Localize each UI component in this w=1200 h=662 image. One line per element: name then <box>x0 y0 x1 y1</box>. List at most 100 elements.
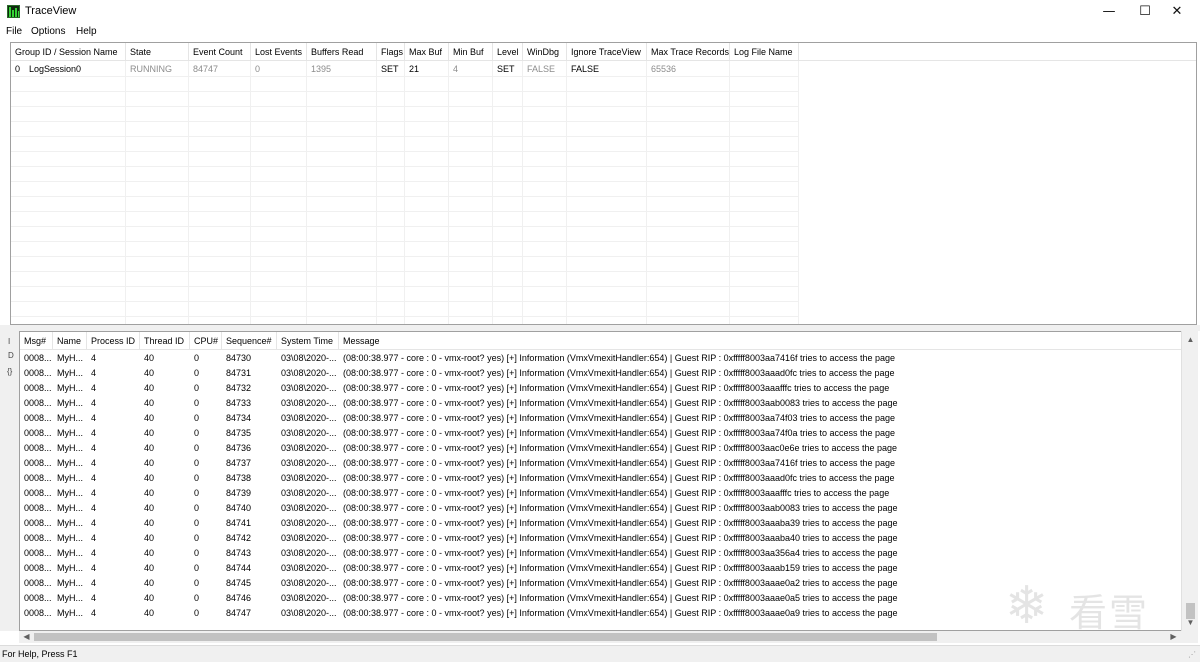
message-row[interactable]: 0008... MyH... 4 40 0 84742 03\08\2020-... (08:… <box>20 531 1181 546</box>
message-cell-cpu: 0 <box>194 593 200 603</box>
session-cell-flags: SET <box>381 64 399 74</box>
message-row[interactable]: 0008... MyH... 4 40 0 84739 03\08\2020-... (08:… <box>20 486 1181 501</box>
sessions-list[interactable]: Group ID / Session Name State Event Count L… <box>10 42 1197 325</box>
message-cell-sequence: 84747 <box>226 608 252 618</box>
message-cell-system-time: 03\08\2020-... <box>281 413 337 423</box>
message-cell-system-time: 03\08\2020-... <box>281 563 337 573</box>
scroll-right-icon[interactable]: ▶ <box>1166 631 1181 643</box>
message-cell-thread-id: 40 <box>144 593 155 603</box>
column-header-max-trace-records[interactable]: Max Trace Records <box>647 43 730 61</box>
message-cell-sequence: 84733 <box>226 398 252 408</box>
message-row[interactable]: 0008... MyH... 4 40 0 84731 03\08\2020-... (08:… <box>20 366 1181 381</box>
column-header-lost-events[interactable]: Lost Events <box>251 43 307 61</box>
message-row[interactable]: 0008... MyH... 4 40 0 84744 03\08\2020-... (08:… <box>20 561 1181 576</box>
column-header-process-id[interactable]: Process ID <box>87 332 140 350</box>
watermark: ❄ 看雪 <box>1005 576 1155 636</box>
message-row[interactable]: 0008... MyH... 4 40 0 84743 03\08\2020-... (08:… <box>20 546 1181 561</box>
message-row[interactable]: 0008... MyH... 4 40 0 84733 03\08\2020-... (08:… <box>20 396 1181 411</box>
message-cell-message: (08:00:38.977 - core : 0 - vmx-root? yes… <box>343 518 898 528</box>
message-row[interactable]: 0008... MyH... 4 40 0 84740 03\08\2020-... (08:… <box>20 501 1181 516</box>
message-row[interactable]: 0008... MyH... 4 40 0 84732 03\08\2020-... (08:… <box>20 381 1181 396</box>
message-cell-process-id: 4 <box>91 428 97 438</box>
column-header-min-buf[interactable]: Min Buf <box>449 43 493 61</box>
column-header-max-buf[interactable]: Max Buf <box>405 43 449 61</box>
grid-line <box>125 61 126 324</box>
message-cell-message: (08:00:38.977 - core : 0 - vmx-root? yes… <box>343 428 896 438</box>
close-button[interactable]: ✕ <box>1154 0 1200 24</box>
column-header-log-file-name[interactable]: Log File Name <box>730 43 799 61</box>
message-cell-name: MyH... <box>57 533 83 543</box>
message-cell-process-id: 4 <box>91 503 97 513</box>
message-cell-msg: 0008... <box>24 533 52 543</box>
message-cell-msg: 0008... <box>24 473 52 483</box>
message-cell-process-id: 4 <box>91 413 97 423</box>
column-header-windbg[interactable]: WinDbg <box>523 43 567 61</box>
column-header-message[interactable]: Message <box>339 332 1181 350</box>
message-cell-thread-id: 40 <box>144 533 155 543</box>
horizontal-scroll-thumb[interactable] <box>34 633 937 641</box>
menu-options[interactable]: Options <box>31 26 65 37</box>
message-cell-sequence: 84736 <box>226 443 252 453</box>
message-cell-msg: 0008... <box>24 503 52 513</box>
message-row[interactable]: 0008... MyH... 4 40 0 84730 03\08\2020-... (08:… <box>20 351 1181 366</box>
message-cell-system-time: 03\08\2020-... <box>281 548 337 558</box>
column-header-buffers-read[interactable]: Buffers Read <box>307 43 377 61</box>
message-cell-process-id: 4 <box>91 518 97 528</box>
column-header-name[interactable]: Name <box>53 332 87 350</box>
messages-vertical-scrollbar[interactable]: ▲ ▼ <box>1181 331 1198 631</box>
scroll-up-icon[interactable]: ▲ <box>1182 331 1199 348</box>
scroll-down-icon[interactable]: ▼ <box>1182 614 1199 631</box>
menu-file[interactable]: File <box>6 26 22 37</box>
message-cell-system-time: 03\08\2020-... <box>281 533 337 543</box>
session-cell-lost-events: 0 <box>255 64 261 74</box>
message-cell-process-id: 4 <box>91 593 97 603</box>
column-header-level[interactable]: Level <box>493 43 523 61</box>
message-cell-cpu: 0 <box>194 503 200 513</box>
message-cell-sequence: 84742 <box>226 533 252 543</box>
grid-line <box>11 271 799 272</box>
session-row[interactable]: 0 LogSession0 RUNNING 84747 0 1395 SET 21 4 SET FA… <box>11 62 1196 77</box>
message-cell-cpu: 0 <box>194 443 200 453</box>
column-header-sequence[interactable]: Sequence# <box>222 332 277 350</box>
message-cell-cpu: 0 <box>194 383 200 393</box>
message-cell-msg: 0008... <box>24 563 52 573</box>
column-header-flags[interactable]: Flags <box>377 43 405 61</box>
snowflake-icon: ❄ <box>1005 576 1049 636</box>
message-row[interactable]: 0008... MyH... 4 40 0 84737 03\08\2020-... (08:… <box>20 456 1181 471</box>
message-cell-process-id: 4 <box>91 563 97 573</box>
message-row[interactable]: 0008... MyH... 4 40 0 84738 03\08\2020-... (08:… <box>20 471 1181 486</box>
message-row[interactable]: 0008... MyH... 4 40 0 84734 03\08\2020-... (08:… <box>20 411 1181 426</box>
column-header-cpu[interactable]: CPU# <box>190 332 222 350</box>
message-cell-system-time: 03\08\2020-... <box>281 578 337 588</box>
message-cell-message: (08:00:38.977 - core : 0 - vmx-root? yes… <box>343 368 895 378</box>
column-header-msg[interactable]: Msg# <box>20 332 53 350</box>
message-cell-name: MyH... <box>57 548 83 558</box>
message-row[interactable]: 0008... MyH... 4 40 0 84736 03\08\2020-... (08:… <box>20 441 1181 456</box>
column-header-system-time[interactable]: System Time <box>277 332 339 350</box>
message-cell-name: MyH... <box>57 353 83 363</box>
column-header-ignore-traceview[interactable]: Ignore TraceView <box>567 43 647 61</box>
message-cell-msg: 0008... <box>24 413 52 423</box>
resize-grip-icon[interactable]: ⋰ <box>1188 650 1198 660</box>
message-cell-thread-id: 40 <box>144 488 155 498</box>
message-cell-system-time: 03\08\2020-... <box>281 368 337 378</box>
message-cell-name: MyH... <box>57 563 83 573</box>
grid-line <box>250 61 251 324</box>
scroll-left-icon[interactable]: ◀ <box>19 631 34 643</box>
message-row[interactable]: 0008... MyH... 4 40 0 84735 03\08\2020-... (08:… <box>20 426 1181 441</box>
column-header-thread-id[interactable]: Thread ID <box>140 332 190 350</box>
message-cell-sequence: 84744 <box>226 563 252 573</box>
grid-line <box>566 61 567 324</box>
menu-help[interactable]: Help <box>76 26 97 37</box>
session-cell-max-trace-records: 65536 <box>651 64 677 74</box>
session-cell-max-buf: 21 <box>409 64 420 74</box>
grid-line <box>11 316 799 317</box>
message-cell-system-time: 03\08\2020-... <box>281 593 337 603</box>
message-cell-thread-id: 40 <box>144 548 155 558</box>
message-cell-thread-id: 40 <box>144 473 155 483</box>
message-row[interactable]: 0008... MyH... 4 40 0 84741 03\08\2020-... (08:… <box>20 516 1181 531</box>
column-header-event-count[interactable]: Event Count <box>189 43 251 61</box>
column-header-state[interactable]: State <box>126 43 189 61</box>
column-header-group-session[interactable]: Group ID / Session Name <box>11 43 126 61</box>
message-cell-thread-id: 40 <box>144 518 155 528</box>
